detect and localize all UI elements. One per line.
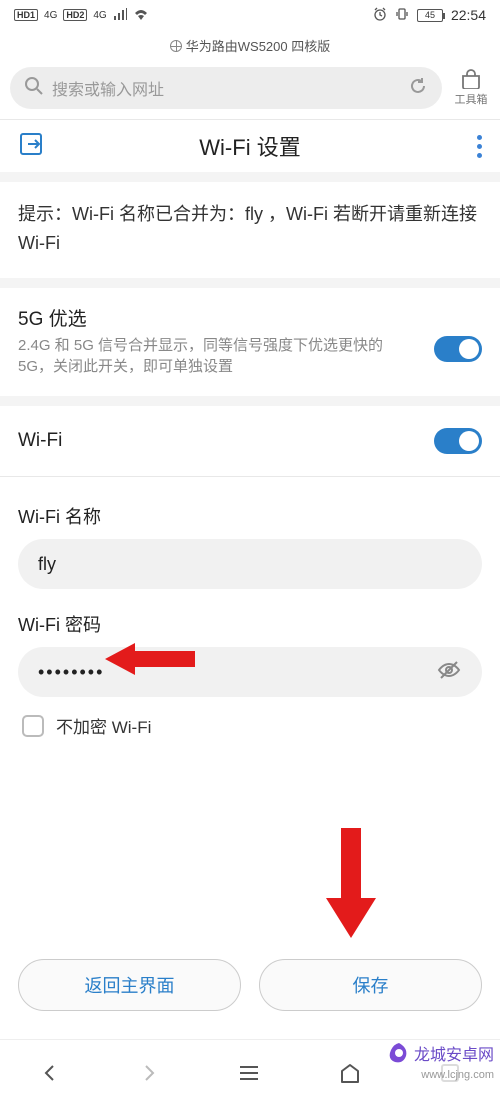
pref-5g-toggle[interactable] (434, 336, 482, 362)
wifi-form: Wi-Fi 名称 fly Wi-Fi 密码 •••••••• 不加密 Wi-Fi (0, 477, 500, 752)
status-left: HD1 4G HD2 4G (14, 8, 149, 23)
watermark-text: 龙城安卓网 (414, 1041, 494, 1065)
annotation-arrow-save (326, 828, 376, 938)
status-right: 45 22:54 (373, 7, 486, 24)
annotation-arrow-password (105, 639, 195, 679)
status-bar: HD1 4G HD2 4G 45 22:54 (0, 0, 500, 30)
browser-page-title: 华为路由WS5200 四核版 (0, 30, 500, 63)
wifi-password-input[interactable]: •••••••• (18, 647, 482, 697)
wifi-password-label: Wi-Fi 密码 (18, 611, 482, 637)
nav-home-icon[interactable] (338, 1062, 362, 1089)
wifi-name-label: Wi-Fi 名称 (18, 503, 482, 529)
pref-5g-row: 5G 优选 2.4G 和 5G 信号合并显示，同等信号强度下优选更快的 5G，关… (0, 288, 500, 397)
hd2-badge: HD2 (63, 9, 87, 21)
browser-toolbar: 搜索或输入网址 工具箱 (0, 63, 500, 119)
clock-text: 22:54 (451, 7, 486, 23)
toggle-password-visibility-icon[interactable] (436, 657, 462, 688)
pref-5g-text: 5G 优选 2.4G 和 5G 信号合并显示，同等信号强度下优选更快的 5G，关… (18, 304, 422, 379)
wifi-password-value: •••••••• (38, 662, 104, 683)
wifi-toggle-row: Wi-Fi (0, 406, 500, 476)
section-gap (0, 172, 500, 182)
pref-5g-title: 5G 优选 (18, 304, 422, 331)
toolbox-button[interactable]: 工具箱 (452, 69, 490, 107)
wifi-name-input[interactable]: fly (18, 539, 482, 589)
net1-label: 4G (44, 10, 57, 21)
net2-label: 4G (93, 10, 106, 21)
no-encrypt-checkbox[interactable] (22, 715, 44, 737)
app-bar: Wi-Fi 设置 (0, 120, 500, 172)
wifi-name-value: fly (38, 554, 56, 575)
watermark-logo-icon (388, 1042, 410, 1064)
hd1-badge: HD1 (14, 9, 38, 21)
watermark-url: www.lcjng.com (421, 1069, 494, 1081)
screen-title: Wi-Fi 设置 (0, 130, 500, 162)
wifi-toggle-label: Wi-Fi (18, 430, 62, 452)
vibrate-icon (395, 7, 409, 24)
back-main-button[interactable]: 返回主界面 (18, 959, 241, 1011)
action-buttons: 返回主界面 保存 (18, 959, 482, 1011)
address-bar[interactable]: 搜索或输入网址 (10, 67, 442, 109)
globe-icon (170, 40, 182, 52)
no-encrypt-row[interactable]: 不加密 Wi-Fi (18, 697, 482, 748)
save-label: 保存 (353, 972, 389, 998)
section-gap (0, 278, 500, 288)
section-gap (0, 396, 500, 406)
reload-icon[interactable] (408, 76, 428, 101)
pref-5g-desc: 2.4G 和 5G 信号合并显示，同等信号强度下优选更快的 5G，关闭此开关，即… (18, 335, 422, 379)
search-icon (24, 76, 44, 101)
wifi-small-icon (133, 8, 149, 23)
nav-menu-icon[interactable] (237, 1062, 261, 1089)
battery-icon: 45 (417, 9, 443, 22)
wifi-toggle[interactable] (434, 428, 482, 454)
merge-notice: 提示：Wi-Fi 名称已合并为：fly ，Wi-Fi 若断开请重新连接 Wi-F… (0, 182, 500, 278)
toolbox-label: 工具箱 (455, 94, 488, 106)
alarm-icon (373, 7, 387, 24)
nav-back-icon[interactable] (39, 1062, 61, 1089)
no-encrypt-label: 不加密 Wi-Fi (56, 713, 151, 738)
search-placeholder: 搜索或输入网址 (52, 76, 164, 100)
watermark: 龙城安卓网 www.lcjng.com (388, 1041, 494, 1065)
save-button[interactable]: 保存 (259, 959, 482, 1011)
signal-icon (113, 8, 127, 23)
nav-forward-icon[interactable] (138, 1062, 160, 1089)
back-main-label: 返回主界面 (85, 972, 175, 998)
battery-level: 45 (425, 10, 435, 20)
page-title-text: 华为路由WS5200 四核版 (186, 36, 330, 55)
